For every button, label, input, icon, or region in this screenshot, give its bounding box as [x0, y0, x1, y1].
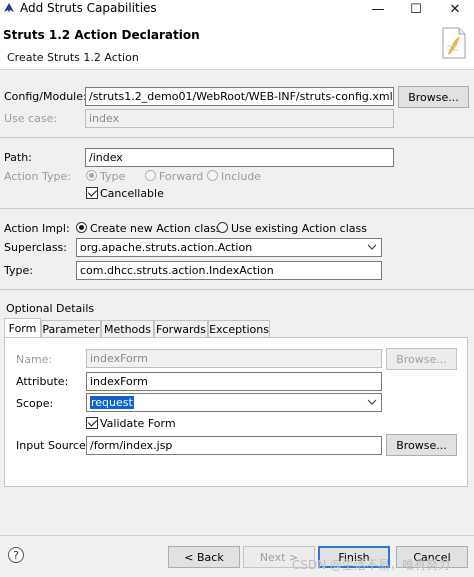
scope-combo[interactable]: request: [86, 393, 382, 412]
action-type-forward-label: Forward: [159, 170, 204, 183]
type-label: Type:: [4, 264, 33, 277]
attribute-label: Attribute:: [16, 375, 69, 388]
scope-value: request: [90, 396, 134, 409]
action-impl-label: Action Impl:: [4, 222, 70, 235]
window-title-bar: Add Struts Capabilities — ☐ ✕: [0, 0, 474, 18]
footer-divider: [0, 535, 474, 536]
use-case-label: Use case:: [4, 112, 58, 125]
minimize-button[interactable]: —: [359, 0, 397, 18]
input-source-browse-button[interactable]: Browse...: [386, 434, 457, 456]
help-icon[interactable]: ?: [8, 547, 24, 563]
type-field[interactable]: com.dhcc.struts.action.IndexAction: [76, 261, 382, 280]
form-name-label: Name:: [16, 353, 53, 366]
config-module-field[interactable]: /struts1.2_demo01/WebRoot/WEB-INF/struts…: [85, 87, 394, 106]
create-new-action-radio[interactable]: [76, 222, 87, 233]
superclass-combo[interactable]: org.apache.struts.action.Action: [76, 238, 382, 257]
tab-forwards[interactable]: Forwards: [154, 320, 208, 337]
section-divider: [0, 289, 474, 290]
back-button[interactable]: < Back: [168, 546, 240, 568]
create-new-action-label: Create new Action class: [90, 222, 222, 235]
section-divider: [0, 208, 474, 209]
wizard-title: Struts 1.2 Action Declaration: [3, 28, 200, 42]
use-case-field: index: [85, 109, 394, 128]
document-icon: [442, 27, 466, 59]
window-title: Add Struts Capabilities: [20, 1, 157, 15]
form-name-field: indexForm: [86, 349, 382, 368]
input-source-field[interactable]: /form/index.jsp: [86, 436, 382, 455]
chevron-down-icon[interactable]: [367, 397, 377, 407]
cancellable-label: Cancellable: [100, 187, 164, 200]
validate-form-checkbox[interactable]: [86, 417, 98, 429]
cancellable-checkbox[interactable]: [86, 187, 98, 199]
watermark: CSDN @生活不易，唯有努力: [292, 558, 451, 572]
tab-methods[interactable]: Methods: [101, 320, 154, 337]
close-button[interactable]: ✕: [436, 0, 474, 18]
superclass-label: Superclass:: [4, 241, 67, 254]
action-type-label: Action Type:: [4, 170, 71, 183]
use-existing-action-label: Use existing Action class: [231, 222, 367, 235]
chevron-down-icon[interactable]: [367, 242, 377, 252]
tab-parameter[interactable]: Parameter: [41, 320, 101, 337]
tab-exceptions[interactable]: Exceptions: [208, 320, 270, 337]
use-existing-action-radio[interactable]: [217, 222, 228, 233]
action-type-include-label: Include: [221, 170, 262, 183]
eclipse-app-icon: [4, 3, 14, 13]
path-field[interactable]: /index: [85, 148, 394, 167]
config-module-label: Config/Module:: [4, 90, 87, 103]
input-source-label: Input Source:: [16, 439, 90, 452]
path-label: Path:: [4, 151, 32, 164]
action-type-include-radio[interactable]: [207, 170, 218, 181]
superclass-value: org.apache.struts.action.Action: [80, 241, 253, 254]
wizard-header: Struts 1.2 Action Declaration Create Str…: [0, 18, 474, 70]
attribute-field[interactable]: indexForm: [86, 372, 382, 391]
section-divider: [0, 137, 474, 138]
validate-form-label: Validate Form: [100, 417, 176, 430]
action-type-forward-radio[interactable]: [145, 170, 156, 181]
optional-details-label: Optional Details: [6, 302, 95, 315]
maximize-button[interactable]: ☐: [397, 0, 435, 18]
wizard-subtitle: Create Struts 1.2 Action: [7, 51, 139, 64]
action-type-type-label: Type: [100, 170, 126, 183]
tab-form[interactable]: Form: [4, 318, 41, 338]
scope-label: Scope:: [16, 397, 54, 410]
action-type-type-radio[interactable]: [86, 170, 97, 181]
config-browse-button[interactable]: Browse...: [398, 86, 469, 108]
form-name-browse-button: Browse...: [386, 348, 457, 370]
